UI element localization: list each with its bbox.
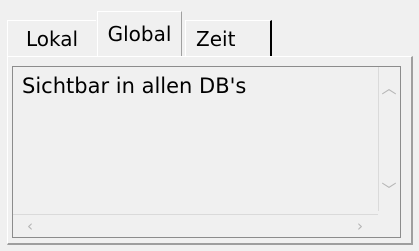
scrollbar-corner	[378, 214, 400, 237]
horizontal-scrollbar[interactable]: ‹ ›	[13, 214, 379, 237]
tab-label-lokal: Lokal	[25, 26, 79, 51]
tab-global[interactable]: Global	[97, 11, 182, 56]
tab-label-zeit: Zeit	[196, 26, 236, 51]
vertical-scrollbar[interactable]: ︿ ﹀	[378, 67, 400, 211]
tab-label-global: Global	[107, 22, 172, 46]
chevron-left-icon[interactable]: ‹	[19, 215, 41, 237]
text-area-content: Sichtbar in allen DB's	[22, 74, 247, 98]
global-text-area[interactable]: Sichtbar in allen DB's ︿ ﹀ ‹ ›	[12, 66, 401, 238]
tab-strip: Lokal Global Zeit	[0, 0, 419, 62]
chevron-right-icon[interactable]: ›	[349, 215, 371, 237]
chevron-up-icon[interactable]: ︿	[378, 77, 400, 99]
tab-lokal[interactable]: Lokal	[7, 20, 96, 56]
tab-zeit[interactable]: Zeit	[185, 20, 272, 56]
chevron-down-icon[interactable]: ﹀	[378, 179, 400, 201]
